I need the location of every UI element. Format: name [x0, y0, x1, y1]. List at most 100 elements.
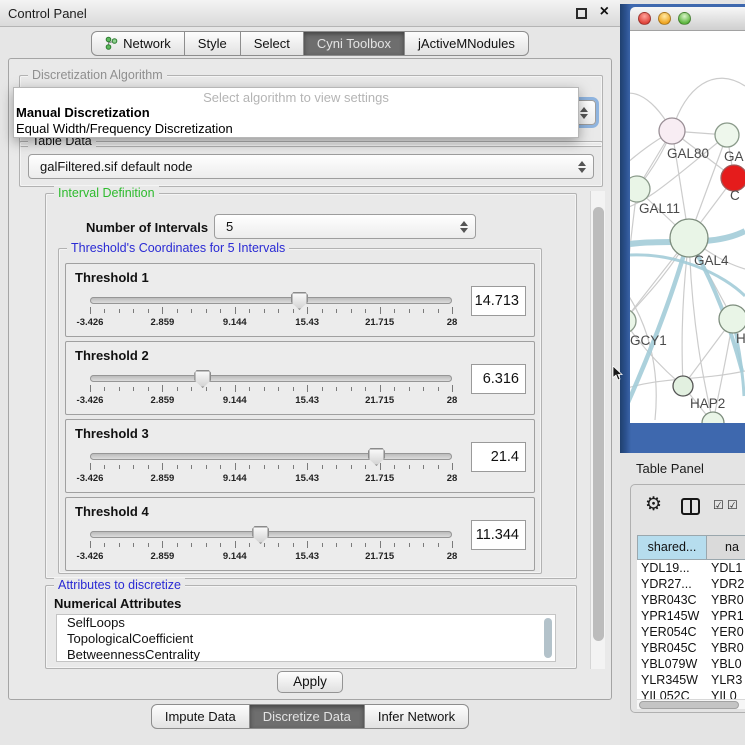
- scrollbar-thumb[interactable]: [639, 701, 739, 709]
- checkbox-icon[interactable]: ☑: [713, 498, 724, 512]
- tick-mark: [365, 309, 366, 313]
- threshold-slider-3[interactable]: -3.4262.8599.14415.4321.71528: [90, 446, 452, 490]
- close-icon[interactable]: ×: [600, 3, 609, 21]
- tick-label: 28: [447, 395, 458, 406]
- attribute-item-selfloops[interactable]: SelfLoops: [57, 615, 555, 631]
- table-row[interactable]: YLR345WYLR3: [637, 672, 745, 688]
- slider-track[interactable]: [90, 297, 452, 304]
- cell-shared-name[interactable]: YBR043C: [637, 592, 707, 608]
- checkbox-icon[interactable]: ☑: [727, 498, 738, 512]
- table-row[interactable]: YIL052CYIL0: [637, 688, 745, 699]
- column-header-shared[interactable]: shared...: [637, 535, 707, 560]
- node-label-gal80[interactable]: GAL80: [667, 146, 709, 161]
- cell-name[interactable]: YIL0: [707, 688, 745, 699]
- cell-name[interactable]: YBR0: [707, 640, 745, 656]
- numerical-attributes-list[interactable]: SelfLoopsTopologicalCoefficientBetweenne…: [56, 614, 556, 662]
- panel-scrollbar[interactable]: [590, 191, 605, 669]
- cell-shared-name[interactable]: YIL052C: [637, 688, 707, 699]
- tab-jactivemnodules[interactable]: jActiveMNodules: [405, 31, 529, 56]
- node-label-gal11[interactable]: GAL11: [639, 201, 680, 216]
- threshold-value-field[interactable]: 21.4: [471, 442, 526, 472]
- gear-icon[interactable]: ⚙: [645, 493, 662, 516]
- slider-ticks: [90, 463, 452, 471]
- tick-mark: [336, 309, 337, 313]
- attribute-item-betweennesscentrality[interactable]: BetweennessCentrality: [57, 647, 555, 662]
- tick-mark: [162, 463, 163, 470]
- apply-button[interactable]: Apply: [277, 671, 343, 693]
- threshold-slider-4[interactable]: -3.4262.8599.14415.4321.71528: [90, 524, 452, 568]
- threshold-value-field[interactable]: 6.316: [471, 364, 526, 394]
- node-label-h[interactable]: H: [736, 331, 745, 346]
- slider-track[interactable]: [90, 453, 452, 460]
- tick-mark: [452, 541, 453, 548]
- cell-shared-name[interactable]: YDL19...: [637, 560, 707, 576]
- tab-discretize-data[interactable]: Discretize Data: [250, 704, 365, 729]
- node-label-gal4[interactable]: GAL4: [694, 253, 729, 268]
- cell-shared-name[interactable]: YPR145W: [637, 608, 707, 624]
- cell-name[interactable]: YBR0: [707, 592, 745, 608]
- tick-mark: [133, 543, 134, 547]
- cell-shared-name[interactable]: YBR045C: [637, 640, 707, 656]
- cell-name[interactable]: YDL1: [707, 560, 745, 576]
- node-6[interactable]: [719, 305, 745, 333]
- tab-style[interactable]: Style: [185, 31, 241, 56]
- table-row[interactable]: YPR145WYPR1: [637, 608, 745, 624]
- tab-network[interactable]: Network: [91, 31, 185, 56]
- cell-name[interactable]: YER0: [707, 624, 745, 640]
- node-4[interactable]: [670, 219, 708, 257]
- table-row[interactable]: YBR045CYBR0: [637, 640, 745, 656]
- slider-track[interactable]: [90, 531, 452, 538]
- table-data-combobox[interactable]: galFiltered.sif default node: [28, 154, 594, 179]
- algorithm-option-manual-discretization[interactable]: Manual Discretization: [14, 105, 578, 121]
- num-intervals-combobox[interactable]: 5: [214, 214, 476, 239]
- threshold-value-field[interactable]: 14.713: [471, 286, 526, 316]
- cell-name[interactable]: YDR2: [707, 576, 745, 592]
- algorithm-option-equal-width-frequency-discretization[interactable]: Equal Width/Frequency Discretization: [14, 121, 578, 137]
- split-table-icon[interactable]: [681, 498, 700, 515]
- tick-label: 15.43: [295, 473, 319, 484]
- table-row[interactable]: YBL079WYBL0: [637, 656, 745, 672]
- network-canvas[interactable]: GAL80 GA C GAL11 GAL4 GCY1 H HAP2: [630, 31, 745, 423]
- column-header-na[interactable]: na: [707, 535, 745, 560]
- threshold-slider-1[interactable]: -3.4262.8599.14415.4321.71528: [90, 290, 452, 334]
- tab-select[interactable]: Select: [241, 31, 304, 56]
- tab-impute-data[interactable]: Impute Data: [151, 704, 250, 729]
- slider-track[interactable]: [90, 375, 452, 382]
- float-window-icon[interactable]: [576, 8, 587, 19]
- table-row[interactable]: YER054CYER0: [637, 624, 745, 640]
- list-scrollbar[interactable]: [544, 618, 552, 658]
- cell-name[interactable]: YPR1: [707, 608, 745, 624]
- node-label-gcy1[interactable]: GCY1: [630, 333, 667, 348]
- close-traffic-light-icon[interactable]: [638, 12, 651, 25]
- node-label-hap2[interactable]: HAP2: [690, 396, 725, 411]
- node-0[interactable]: [659, 118, 685, 144]
- panel-title: Control Panel: [8, 6, 87, 21]
- control-panel: Control Panel × NetworkStyleSelectCyni T…: [0, 0, 620, 745]
- attribute-item-topologicalcoefficient[interactable]: TopologicalCoefficient: [57, 631, 555, 647]
- table-row[interactable]: YDL19...YDL1: [637, 560, 745, 576]
- table-horizontal-scrollbar[interactable]: [637, 699, 745, 709]
- node-5[interactable]: [630, 309, 636, 333]
- cell-name[interactable]: YBL0: [707, 656, 745, 672]
- threshold-value-field[interactable]: 11.344: [471, 520, 526, 550]
- cell-shared-name[interactable]: YDR27...: [637, 576, 707, 592]
- node-label-c[interactable]: C: [730, 188, 740, 203]
- cell-shared-name[interactable]: YLR345W: [637, 672, 707, 688]
- tick-label: -3.426: [77, 395, 104, 406]
- threshold-slider-2[interactable]: -3.4262.8599.14415.4321.71528: [90, 368, 452, 412]
- node-label-ga[interactable]: GA: [724, 149, 744, 164]
- table-row[interactable]: YBR043CYBR0: [637, 592, 745, 608]
- tab-infer-network[interactable]: Infer Network: [365, 704, 469, 729]
- cell-shared-name[interactable]: YER054C: [637, 624, 707, 640]
- cell-name[interactable]: YLR3: [707, 672, 745, 688]
- scrollbar-thumb[interactable]: [593, 207, 604, 641]
- cell-shared-name[interactable]: YBL079W: [637, 656, 707, 672]
- num-intervals-label: Number of Intervals: [86, 220, 208, 235]
- node-3[interactable]: [630, 176, 650, 202]
- node-1[interactable]: [715, 123, 739, 147]
- zoom-traffic-light-icon[interactable]: [678, 12, 691, 25]
- node-7[interactable]: [673, 376, 693, 396]
- minimize-traffic-light-icon[interactable]: [658, 12, 671, 25]
- tab-cyni-toolbox[interactable]: Cyni Toolbox: [304, 31, 405, 56]
- table-row[interactable]: YDR27...YDR2: [637, 576, 745, 592]
